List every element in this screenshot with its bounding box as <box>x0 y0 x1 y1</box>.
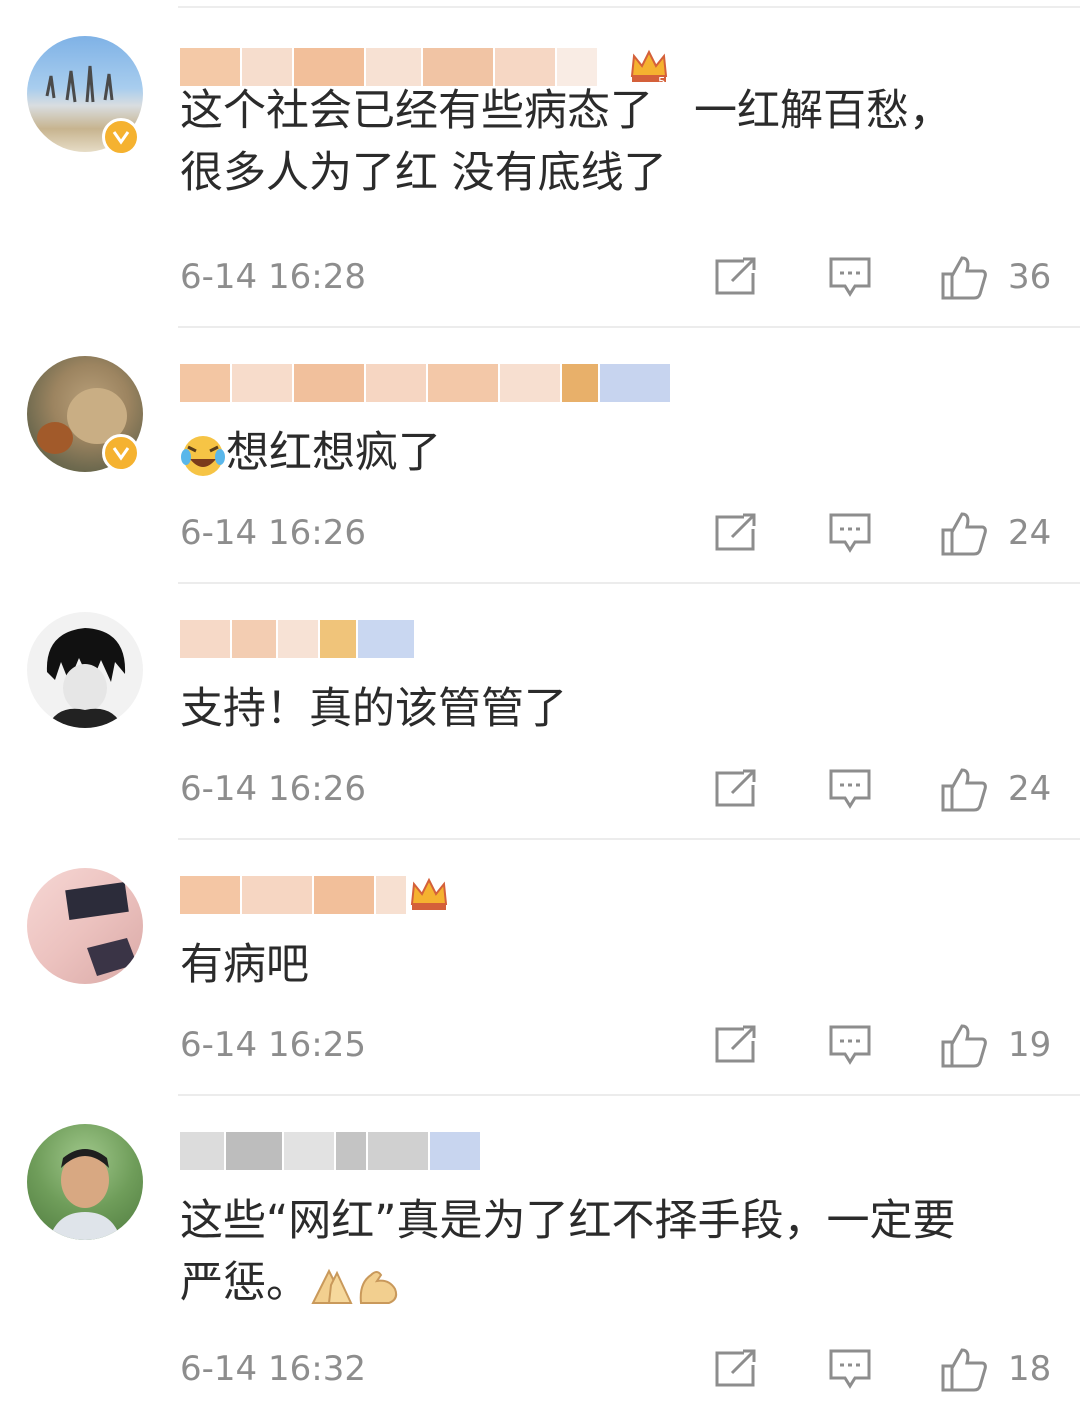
username-blurred[interactable] <box>180 870 408 920</box>
comment-meta: 6-14 16:26 24 <box>180 767 1080 812</box>
timestamp: 6-14 16:26 <box>180 769 366 809</box>
comment-icon <box>829 1349 871 1389</box>
like-count: 19 <box>1008 1025 1052 1065</box>
like-button[interactable]: 19 <box>940 1023 1052 1068</box>
comment-item: 这些“网红”真是为了红不择手段，一定要 严惩。 6-14 16:32 18 <box>0 1096 1080 1403</box>
comment-icon <box>829 257 871 297</box>
share-icon <box>715 1349 756 1387</box>
like-count: 24 <box>1008 513 1052 553</box>
crown-badge-icon <box>410 877 448 910</box>
username-blurred[interactable] <box>180 1126 482 1176</box>
reply-button[interactable] <box>828 767 872 811</box>
like-button[interactable]: 24 <box>940 767 1052 812</box>
share-icon <box>715 769 756 807</box>
thumbs-up-icon <box>941 768 987 812</box>
praying-hands-emoji <box>311 1268 353 1304</box>
share-button[interactable] <box>714 255 758 299</box>
timestamp: 6-14 16:25 <box>180 1025 366 1065</box>
like-button[interactable]: 18 <box>940 1347 1052 1392</box>
comment-item: 5 这个社会已经有些病态了 一红解百愁， 很多人为了红 没有底线了 6-14 1… <box>0 8 1080 328</box>
reply-button[interactable] <box>828 511 872 555</box>
share-button[interactable] <box>714 1347 758 1391</box>
comment-text: 这个社会已经有些病态了 一红解百愁， 很多人为了红 没有底线了 <box>180 86 953 198</box>
share-icon <box>715 513 756 551</box>
reply-button[interactable] <box>828 1347 872 1391</box>
comment-icon <box>829 513 871 553</box>
username-blurred[interactable] <box>180 614 416 664</box>
share-icon <box>715 257 756 295</box>
share-icon <box>715 1025 756 1063</box>
avatar[interactable] <box>27 1124 143 1240</box>
like-count: 36 <box>1008 257 1052 297</box>
thumbs-up-icon <box>941 1348 987 1392</box>
comment-item: 支持！真的该管管了 6-14 16:26 24 <box>0 584 1080 840</box>
avatar[interactable] <box>27 868 143 984</box>
share-button[interactable] <box>714 511 758 555</box>
comment-item: 有病吧 6-14 16:25 19 <box>0 840 1080 1096</box>
comment-text: 想红想疯了 <box>180 422 1050 484</box>
comment-item: 想红想疯了 6-14 16:26 24 <box>0 328 1080 584</box>
comment-meta: 6-14 16:28 36 <box>180 255 1080 300</box>
username-blurred[interactable] <box>180 358 672 408</box>
like-button[interactable]: 36 <box>940 255 1052 300</box>
comment-icon <box>829 769 871 809</box>
share-button[interactable] <box>714 1023 758 1067</box>
timestamp: 6-14 16:26 <box>180 513 366 553</box>
laughing-crying-emoji <box>181 435 225 476</box>
like-count: 18 <box>1008 1349 1052 1389</box>
timestamp: 6-14 16:28 <box>180 257 366 297</box>
thumbs-up-icon <box>941 512 987 556</box>
thumbs-up-icon <box>941 256 987 300</box>
thumbs-up-icon <box>941 1024 987 1068</box>
like-button[interactable]: 24 <box>940 511 1052 556</box>
timestamp: 6-14 16:32 <box>180 1349 366 1389</box>
verified-badge-icon <box>102 434 140 472</box>
comment-text: 支持！真的该管管了 <box>180 684 567 734</box>
comment-meta: 6-14 16:25 19 <box>180 1023 1080 1068</box>
flexed-biceps-emoji <box>359 1270 398 1304</box>
like-count: 24 <box>1008 769 1052 809</box>
comment-meta: 6-14 16:26 24 <box>180 511 1080 556</box>
comment-meta: 6-14 16:32 18 <box>180 1347 1080 1392</box>
reply-button[interactable] <box>828 255 872 299</box>
avatar[interactable] <box>27 612 143 728</box>
comment-text: 有病吧 <box>180 940 309 990</box>
verified-badge-icon <box>102 118 140 156</box>
share-button[interactable] <box>714 767 758 811</box>
comment-icon <box>829 1025 871 1065</box>
reply-button[interactable] <box>828 1023 872 1067</box>
comment-text: 这些“网红”真是为了红不择手段，一定要 严惩。 <box>180 1196 956 1308</box>
